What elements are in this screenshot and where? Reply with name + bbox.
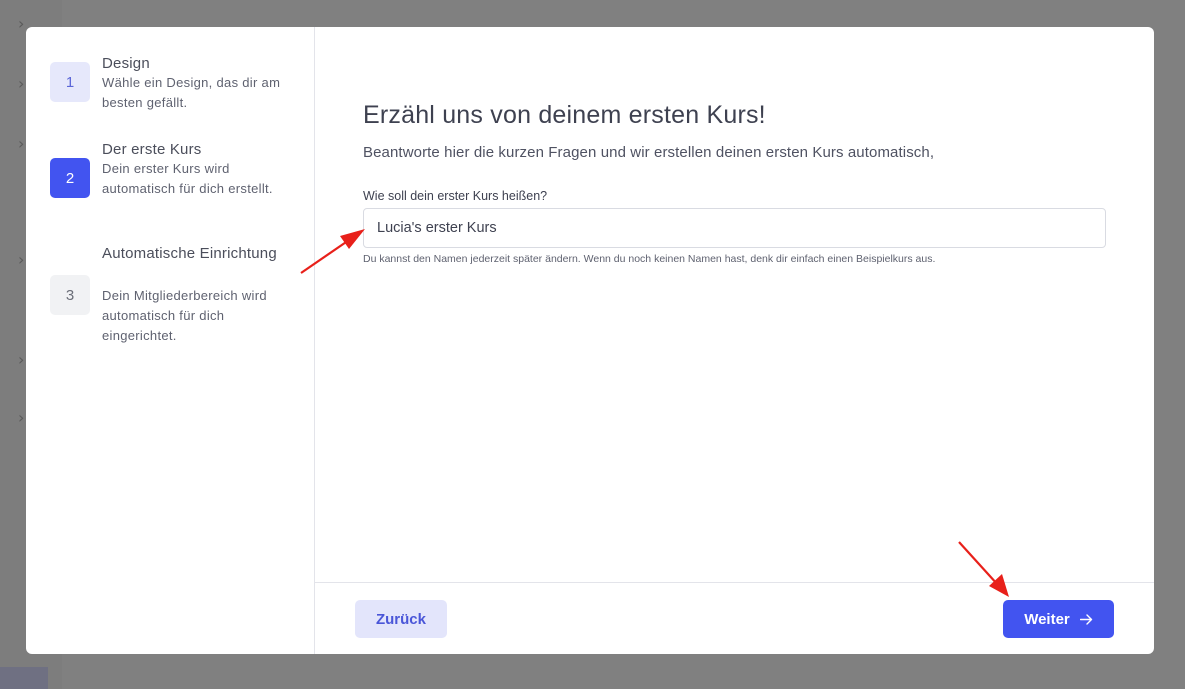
step-content: Erzähl uns von deinem ersten Kurs! Beant… (315, 27, 1154, 654)
step-number-badge: 3 (50, 275, 90, 315)
step-number-badge: 2 (50, 158, 90, 198)
step-sidebar: 1 Design Wähle ein Design, das dir am be… (26, 27, 315, 654)
course-name-input[interactable] (363, 208, 1106, 248)
back-button[interactable]: Zurück (355, 600, 447, 638)
step-description: Dein Mitgliederbereich wird automatisch … (102, 288, 267, 343)
step-title: Automatische Einrichtung (102, 245, 277, 262)
modal-footer: Zurück Weiter (315, 582, 1154, 654)
background-chevron-icon: › (18, 350, 25, 369)
step-description: Wähle ein Design, das dir am besten gefä… (102, 75, 281, 110)
step-first-course: 2 Der erste Kurs Dein erster Kurs wird a… (50, 139, 300, 219)
page-title: Erzähl uns von deinem ersten Kurs! (363, 101, 766, 129)
background-chevron-icon: › (18, 14, 25, 33)
background-block (0, 667, 48, 689)
onboarding-modal: 1 Design Wähle ein Design, das dir am be… (26, 27, 1154, 654)
background-chevron-icon: › (18, 408, 25, 427)
step-number-badge: 1 (50, 62, 90, 102)
course-name-label: Wie soll dein erster Kurs heißen? (363, 189, 548, 203)
background-chevron-icon: › (18, 250, 25, 269)
course-name-helper-text: Du kannst den Namen jederzeit später änd… (363, 253, 936, 265)
background-chevron-icon: › (18, 74, 25, 93)
arrow-right-icon (1079, 613, 1092, 625)
page-subtitle: Beantworte hier die kurzen Fragen und wi… (363, 144, 935, 161)
next-button-label: Weiter (1024, 610, 1070, 628)
next-button[interactable]: Weiter (1003, 600, 1114, 638)
step-design: 1 Design Wähle ein Design, das dir am be… (50, 53, 300, 113)
step-description: Dein erster Kurs wird automatisch für di… (102, 161, 273, 196)
step-auto-setup: 3 Automatische Einrichtung Dein Mitglied… (50, 243, 300, 353)
background-chevron-icon: › (18, 134, 25, 153)
step-title: Der erste Kurs (102, 141, 202, 158)
step-title: Design (102, 55, 150, 72)
